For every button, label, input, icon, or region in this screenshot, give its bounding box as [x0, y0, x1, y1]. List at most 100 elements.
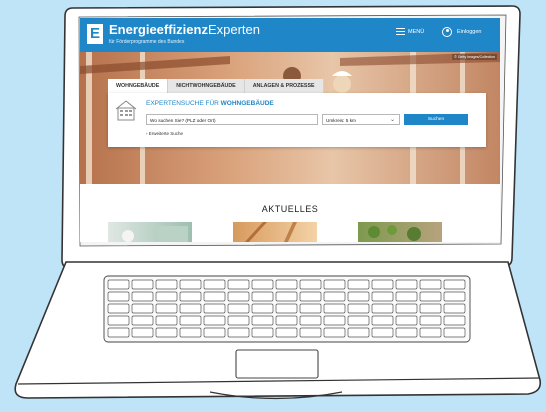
keyboard-key: [179, 303, 202, 314]
radius-value: Umkreis: 5 km: [326, 118, 356, 123]
keyboard-key: [347, 315, 370, 326]
keyboard-key: [107, 303, 130, 314]
menu-button[interactable]: MENÜ: [396, 28, 424, 35]
keyboard-key: [227, 291, 250, 302]
keyboard-key: [107, 279, 130, 290]
keyboard-key: [155, 303, 178, 314]
location-input[interactable]: Wo suchen Sie? (PLZ oder Ort): [146, 114, 318, 125]
keyboard-key: [443, 279, 466, 290]
keyboard-key: [275, 303, 298, 314]
search-title-highlight: WOHNGEBÄUDE: [220, 100, 274, 107]
brand-bold: Energieeffizienz: [109, 22, 208, 37]
keyboard-key: [227, 303, 250, 314]
keyboard-key: [347, 303, 370, 314]
news-section: AKTUELLES: [80, 184, 500, 242]
site-brand[interactable]: EnergieeffizienzExperten: [109, 23, 260, 37]
keyboard-key: [371, 303, 394, 314]
keyboard-key: [395, 315, 418, 326]
keyboard-key: [395, 327, 418, 338]
keyboard-key: [371, 279, 394, 290]
keyboard-key: [419, 291, 442, 302]
keyboard-key: [131, 327, 154, 338]
keyboard-key: [155, 327, 178, 338]
keyboard-key: [227, 327, 250, 338]
keyboard-key: [107, 291, 130, 302]
site-header: E EnergieeffizienzExperten für Förderpro…: [80, 18, 500, 52]
keyboard-key: [179, 279, 202, 290]
keyboard-key: [203, 303, 226, 314]
keyboard-key: [131, 279, 154, 290]
keyboard-key: [323, 327, 346, 338]
keyboard-key: [347, 327, 370, 338]
search-title: EXPERTENSUCHE FÜR WOHNGEBÄUDE: [146, 100, 274, 107]
building-type-tabs: WOHNGEBÄUDE NICHTWOHNGEBÄUDE ANLAGEN & P…: [108, 79, 324, 93]
keyboard-key: [419, 315, 442, 326]
keyboard-key: [443, 327, 466, 338]
keyboard-key: [299, 291, 322, 302]
news-heading: AKTUELLES: [261, 204, 319, 214]
keyboard-key: [179, 327, 202, 338]
keyboard-key: [299, 279, 322, 290]
keyboard-key: [443, 315, 466, 326]
tab-wohngebaeude[interactable]: WOHNGEBÄUDE: [108, 79, 169, 93]
keyboard-key: [179, 315, 202, 326]
chevron-right-icon: ›: [146, 131, 148, 136]
keyboard-key: [107, 315, 130, 326]
image-credit: © Getty Images/Collection: [452, 54, 497, 60]
expert-search-panel: EXPERTENSUCHE FÜR WOHNGEBÄUDE Wo suchen …: [108, 93, 486, 147]
hamburger-icon: [396, 28, 405, 35]
keyboard-key: [155, 291, 178, 302]
tab-anlagen-prozesse[interactable]: ANLAGEN & PROZESSE: [244, 79, 324, 93]
keyboard-key: [275, 291, 298, 302]
login-button[interactable]: Einloggen: [442, 27, 481, 37]
news-thumbnail-2[interactable]: [233, 222, 317, 242]
keyboard-key: [227, 279, 250, 290]
keyboard-key: [371, 291, 394, 302]
keyboard-key: [395, 303, 418, 314]
brand-light: Experten: [207, 22, 261, 37]
keyboard-key: [419, 303, 442, 314]
keyboard-key: [203, 327, 226, 338]
keyboard-key: [395, 279, 418, 290]
keyboard-key: [323, 303, 346, 314]
keyboard-key: [251, 291, 274, 302]
keyboard-key: [299, 315, 322, 326]
search-title-prefix: EXPERTENSUCHE FÜR: [146, 100, 219, 107]
keyboard-key: [203, 279, 226, 290]
news-thumbnail-1[interactable]: [108, 222, 192, 242]
keyboard-key: [347, 279, 370, 290]
site-logo[interactable]: E: [87, 24, 103, 44]
keyboard-key: [131, 315, 154, 326]
advanced-search-link[interactable]: › Erweiterte Suche: [146, 131, 183, 136]
keyboard-key: [203, 315, 226, 326]
keyboard-key: [395, 291, 418, 302]
keyboard-key: [251, 279, 274, 290]
keyboard-key: [299, 303, 322, 314]
keyboard-key: [251, 327, 274, 338]
keyboard-key: [443, 303, 466, 314]
keyboard-key: [371, 315, 394, 326]
keyboard-key: [155, 279, 178, 290]
brand-subtitle: für Förderprogramme des Bundes: [109, 39, 185, 45]
keyboard-key: [443, 291, 466, 302]
keyboard-key: [251, 303, 274, 314]
keyboard-key: [179, 291, 202, 302]
chevron-down-icon: ⌄: [389, 116, 395, 123]
tab-nichtwohngebaeude[interactable]: NICHTWOHNGEBÄUDE: [168, 79, 245, 93]
browser-screen: E EnergieeffizienzExperten für Förderpro…: [80, 18, 500, 242]
keyboard-key: [107, 327, 130, 338]
keyboard-key: [251, 315, 274, 326]
keyboard-key: [131, 303, 154, 314]
keyboard-key: [323, 315, 346, 326]
keyboard-key: [275, 327, 298, 338]
keyboard-key: [131, 291, 154, 302]
keyboard-key: [275, 315, 298, 326]
radius-select[interactable]: Umkreis: 5 km ⌄: [322, 114, 400, 125]
keyboard-key: [419, 327, 442, 338]
keyboard-key: [347, 291, 370, 302]
keyboard-key: [275, 279, 298, 290]
search-button[interactable]: Suchen: [404, 114, 468, 125]
house-icon: [115, 100, 137, 121]
keyboard-key: [323, 279, 346, 290]
news-thumbnail-3[interactable]: [358, 222, 442, 242]
